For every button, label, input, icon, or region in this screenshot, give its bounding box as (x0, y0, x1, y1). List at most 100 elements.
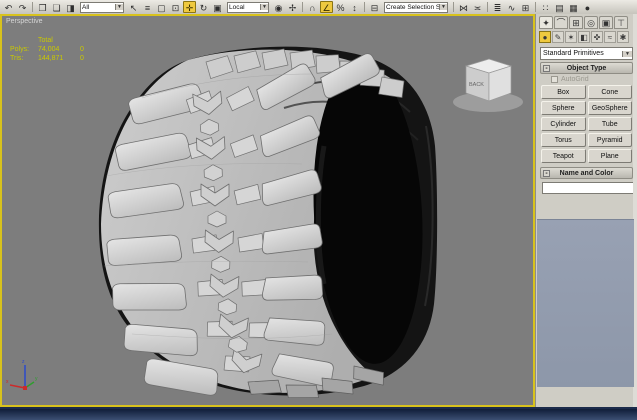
viewcube[interactable]: BACK (453, 58, 523, 112)
use-pivot-center-icon[interactable]: ◉ (272, 1, 285, 13)
viewport-label[interactable]: Perspective (6, 18, 43, 25)
motion-tab[interactable]: ◎ (584, 16, 598, 29)
select-and-link-icon[interactable]: ❐ (36, 1, 49, 13)
hierarchy-tab[interactable]: ⊞ (569, 16, 583, 29)
spacewarps-category[interactable]: ≈ (604, 31, 616, 43)
render-setup-icon[interactable]: ▤ (553, 1, 566, 13)
percent-snap-icon[interactable]: % (334, 1, 347, 13)
create-categories: ● ✎ ✶ ◧ ✜ ≈ ✱ (536, 30, 637, 45)
helpers-category[interactable]: ✜ (591, 31, 603, 43)
mirror-icon[interactable]: ⋈ (457, 1, 470, 13)
lights-category[interactable]: ✶ (565, 31, 577, 43)
redo-icon[interactable]: ↷ (16, 1, 29, 13)
window-crossing-icon[interactable]: ⊡ (169, 1, 182, 13)
viewport-statistics: Total Polys: 74,004 0 Tris: 144,871 0 (10, 36, 84, 63)
object-type-button-cylinder[interactable]: Cylinder (541, 117, 586, 131)
object-type-button-cone[interactable]: Cone (587, 85, 632, 99)
bind-to-spacewarp-icon[interactable]: ◨ (64, 1, 77, 13)
screenshot-frame: ↶ ↷ ❐ ❏ ◨ All ▼ ↖ ≡ ▢ ⊡ ✛ ↻ ▣ Local ▼ ◉ ✢ ∩ ∠% ↕ ⊟ Create Sele… (0, 0, 637, 420)
autogrid-label: AutoGrid (561, 76, 589, 83)
object-type-button-plane[interactable]: Plane (587, 149, 632, 163)
align-icon[interactable]: ≍ (471, 1, 484, 13)
object-name-input[interactable] (542, 182, 637, 194)
object-type-button-pyramid[interactable]: Pyramid (587, 133, 632, 147)
select-object-icon[interactable]: ↖ (127, 1, 140, 13)
chevron-down-icon[interactable]: ▼ (115, 4, 123, 10)
schematic-view-icon[interactable]: ⊞ (519, 1, 532, 13)
command-panel-tabs: ✦ ⌒ ⊞ ◎ ▣ ⊤ (536, 14, 637, 30)
object-type-buttons: Box Cone Sphere GeoSphere Cylinder Tube Torus P… (541, 85, 632, 163)
geometry-category[interactable]: ● (539, 31, 551, 43)
chevron-down-icon[interactable]: ▼ (622, 50, 632, 57)
stats-header: Total (38, 37, 53, 44)
object-type-button-sphere[interactable]: Sphere (541, 101, 586, 115)
snap-toggle-icon[interactable]: ∩ (306, 1, 319, 13)
unlink-selection-icon[interactable]: ❏ (50, 1, 63, 13)
object-type-button-torus[interactable]: Torus (541, 133, 586, 147)
main-area: BACK x y z Perspective Total Polys: 74,0… (0, 14, 637, 407)
display-tab[interactable]: ▣ (599, 16, 613, 29)
chevron-down-icon[interactable]: ▼ (260, 4, 268, 10)
select-by-name-icon[interactable]: ≡ (141, 1, 154, 13)
track-model[interactable] (98, 46, 438, 404)
collapse-icon[interactable]: - (543, 65, 550, 72)
select-and-rotate-icon[interactable]: ↻ (197, 1, 210, 13)
select-and-scale-icon[interactable]: ▣ (211, 1, 224, 13)
viewport-canvas[interactable]: BACK x y z (2, 16, 533, 405)
name-color-rollout-header[interactable]: - Name and Color (540, 167, 633, 179)
named-selection-sets-icon[interactable]: ⊟ (368, 1, 381, 13)
toolbar-separator (487, 2, 488, 12)
object-type-rollout-header[interactable]: - Object Type (540, 62, 633, 74)
object-type-button-tube[interactable]: Tube (587, 117, 632, 131)
autogrid-checkbox[interactable] (551, 76, 558, 83)
axis-y-label: y (35, 376, 38, 382)
selection-filter-dropdown[interactable]: All ▼ (80, 1, 124, 13)
command-panel: ✦ ⌒ ⊞ ◎ ▣ ⊤ ● ✎ ✶ ◧ ✜ ≈ ✱ Standard Primitives ▼ - O… (535, 14, 637, 407)
curve-editor-icon[interactable]: ∿ (505, 1, 518, 13)
cameras-category[interactable]: ◧ (578, 31, 590, 43)
stats-tris-label: Tris: (10, 55, 24, 62)
create-tab[interactable]: ✦ (539, 16, 553, 29)
image-shadow (0, 409, 637, 420)
systems-category[interactable]: ✱ (617, 31, 629, 43)
selection-set-dropdown-value: Create Selection Set (386, 3, 439, 11)
modify-tab[interactable]: ⌒ (554, 16, 568, 29)
shapes-category[interactable]: ✎ (552, 31, 564, 43)
rendered-frame-icon[interactable]: ▦ (567, 1, 580, 13)
axis-x-label: x (6, 379, 9, 385)
layer-manager-icon[interactable]: ≣ (491, 1, 504, 13)
perspective-viewport[interactable]: BACK x y z Perspective Total Polys: 74,0… (0, 14, 535, 407)
chevron-down-icon[interactable]: ▼ (439, 4, 447, 10)
main-toolbar: ↶ ↷ ❐ ❏ ◨ All ▼ ↖ ≡ ▢ ⊡ ✛ ↻ ▣ Local ▼ ◉ ✢ ∩ ∠% ↕ ⊟ Create Sele… (0, 0, 637, 14)
panel-empty-area (537, 219, 634, 387)
axis-origin (23, 386, 27, 390)
stats-polys-row: Polys: 74,004 0 (10, 45, 84, 54)
reference-coordinate-dropdown-value: Local (229, 3, 245, 11)
collapse-icon[interactable]: - (543, 170, 550, 177)
object-type-button-box[interactable]: Box (541, 85, 586, 99)
stats-tris-second: 0 (80, 55, 84, 62)
undo-icon[interactable]: ↶ (2, 1, 15, 13)
select-and-move-icon[interactable]: ✛ (183, 1, 196, 13)
stats-polys-label: Polys: (10, 46, 30, 53)
selection-set-dropdown[interactable]: Create Selection Set▼ (384, 1, 448, 13)
reference-coordinate-dropdown[interactable]: Local ▼ (227, 1, 269, 13)
object-type-button-teapot[interactable]: Teapot (541, 149, 586, 163)
toolbar-separator (364, 2, 365, 12)
object-type-rollout: - Object Type AutoGrid Box Cone Sphere GeoS… (540, 62, 633, 165)
stats-tris-row: Tris: 144,871 0 (10, 54, 84, 63)
toolbar-separator (302, 2, 303, 12)
angle-snap-icon[interactable]: ∠ (320, 1, 333, 13)
select-and-manipulate-icon[interactable]: ✢ (286, 1, 299, 13)
object-type-title: Object Type (566, 65, 607, 72)
rect-selection-region-icon[interactable]: ▢ (155, 1, 168, 13)
object-type-button-geosphere[interactable]: GeoSphere (587, 101, 632, 115)
autogrid-row: AutoGrid (541, 76, 632, 85)
toolbar-separator (535, 2, 536, 12)
quick-render-icon[interactable]: ● (581, 1, 594, 13)
utilities-tab[interactable]: ⊤ (614, 16, 628, 29)
stats-polys-second: 0 (80, 46, 84, 53)
primitives-dropdown[interactable]: Standard Primitives ▼ (540, 47, 633, 60)
spinner-snap-icon[interactable]: ↕ (348, 1, 361, 13)
material-editor-icon[interactable]: ∷ (539, 1, 552, 13)
